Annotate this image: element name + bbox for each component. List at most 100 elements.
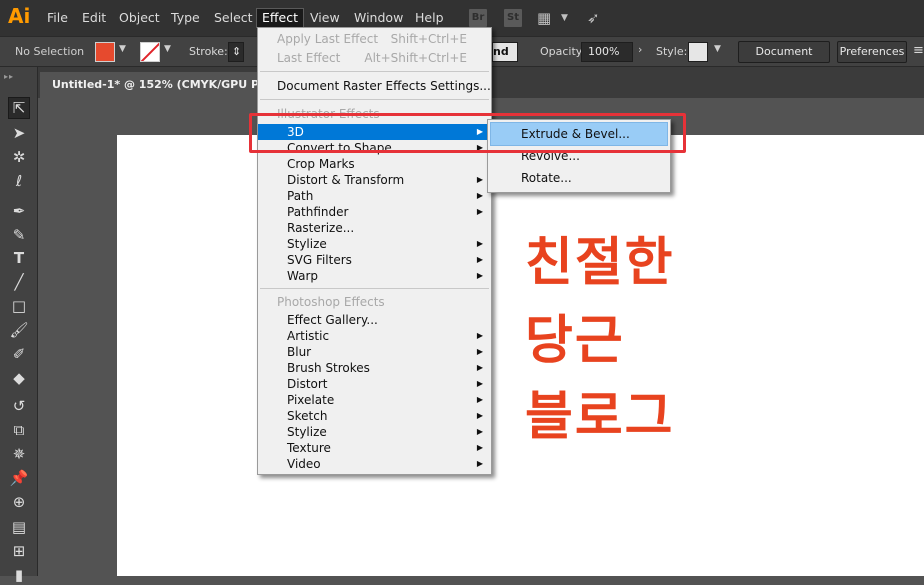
menu-view[interactable]: View (305, 9, 345, 27)
submenu-item-rotate[interactable]: Rotate... (491, 167, 667, 189)
selection-tool-icon[interactable]: ⇱ (8, 97, 30, 119)
artboard-text-line-2[interactable]: 당근 (525, 298, 625, 373)
menu-item-path[interactable]: Path ▶ (258, 188, 491, 204)
control-menu-icon[interactable]: ≡ (913, 43, 924, 58)
menu-item-distort-transform-label: Distort & Transform (287, 173, 405, 187)
magic-wand-tool-icon[interactable]: ✲ (9, 147, 29, 167)
gpu-rocket-icon[interactable]: ➶ (587, 9, 600, 27)
mesh-tool-icon[interactable]: ⊞ (9, 541, 29, 561)
submenu-arrow-icon: ▶ (476, 175, 483, 184)
eraser-tool-icon[interactable]: ◆ (9, 368, 29, 388)
gradient-tool-icon[interactable]: ▮ (9, 565, 29, 585)
paintbrush-tool-icon[interactable]: 🖌 (9, 320, 29, 340)
arrange-documents-icon[interactable]: ▦ (537, 9, 551, 27)
opacity-arrow-icon[interactable]: › (638, 43, 642, 56)
panel-grip-icon[interactable]: ▸▸ (4, 72, 14, 81)
rectangle-tool-icon[interactable]: □ (9, 296, 29, 316)
menu-item-pixelate-label: Pixelate (287, 393, 335, 407)
submenu-arrow-icon: ▶ (476, 363, 483, 372)
submenu-arrow-icon: ▶ (476, 395, 483, 404)
submenu-arrow-icon: ▶ (476, 271, 483, 280)
perspective-grid-tool-icon[interactable]: ▤ (9, 517, 29, 537)
opacity-input[interactable]: 100% (581, 42, 633, 62)
stock-button[interactable]: St (504, 9, 522, 27)
submenu-item-extrude-bevel[interactable]: Extrude & Bevel... (490, 122, 668, 146)
submenu-item-revolve[interactable]: Revolve... (491, 145, 667, 167)
menu-item-convert-to-shape[interactable]: Convert to Shape ▶ (258, 140, 491, 156)
scale-tool-icon[interactable]: ⧉ (9, 420, 29, 440)
pin-tool-icon[interactable]: 📌 (9, 468, 29, 488)
menu-help[interactable]: Help (410, 9, 449, 27)
document-tab[interactable]: Untitled-1* @ 152% (CMYK/GPU Previe (40, 72, 290, 98)
menu-item-stylize-photoshop[interactable]: Stylize ▶ (258, 424, 491, 440)
brush-definition-field[interactable]: nd (492, 42, 518, 62)
menu-item-effect-gallery[interactable]: Effect Gallery... (258, 312, 491, 328)
menu-select[interactable]: Select (209, 9, 258, 27)
line-segment-tool-icon[interactable]: ╱ (9, 272, 29, 292)
menu-file[interactable]: File (42, 9, 73, 27)
stroke-weight-stepper[interactable]: ⇕ (228, 42, 244, 62)
artboard-text-line-3[interactable]: 블로그 (525, 374, 675, 449)
submenu-arrow-icon: ▶ (476, 239, 483, 248)
menu-item-texture[interactable]: Texture ▶ (258, 440, 491, 456)
menu-item-blur[interactable]: Blur ▶ (258, 344, 491, 360)
submenu-arrow-icon: ▶ (476, 347, 483, 356)
apply-last-effect-shortcut: Shift+Ctrl+E (390, 32, 467, 46)
chevron-down-icon[interactable]: ▼ (561, 9, 568, 27)
fill-color-swatch[interactable] (95, 42, 115, 62)
menu-item-rasterize[interactable]: Rasterize... (258, 220, 491, 236)
menu-item-3d[interactable]: 3D ▶ (258, 124, 491, 140)
puppet-warp-tool-icon[interactable]: ✵ (9, 444, 29, 464)
menu-type[interactable]: Type (166, 9, 205, 27)
menu-item-artistic[interactable]: Artistic ▶ (258, 328, 491, 344)
submenu-arrow-icon: ▶ (476, 331, 483, 340)
submenu-3d: Extrude & Bevel... Revolve... Rotate... (487, 119, 671, 193)
rotate-tool-icon[interactable]: ↺ (9, 396, 29, 416)
direct-selection-tool-icon[interactable]: ➤ (9, 123, 29, 143)
preferences-button[interactable]: Preferences (837, 41, 907, 63)
menu-item-stylize-illustrator[interactable]: Stylize ▶ (258, 236, 491, 252)
stroke-label: Stroke: (189, 45, 228, 58)
menu-effect[interactable]: Effect (256, 8, 304, 28)
opacity-label: Opacity: (540, 45, 586, 58)
menu-item-svg-filters[interactable]: SVG Filters ▶ (258, 252, 491, 268)
stroke-color-swatch[interactable] (140, 42, 160, 62)
bridge-button[interactable]: Br (469, 9, 487, 27)
menu-item-texture-label: Texture (287, 441, 331, 455)
menu-item-distort-label: Distort (287, 377, 328, 391)
menu-item-warp[interactable]: Warp ▶ (258, 268, 491, 284)
menu-item-sketch-label: Sketch (287, 409, 328, 423)
menu-separator (260, 288, 489, 289)
menu-item-video-label: Video (287, 457, 321, 471)
style-dropdown-chevron-icon[interactable]: ▼ (714, 44, 721, 54)
submenu-arrow-icon: ▶ (476, 255, 483, 264)
lasso-tool-icon[interactable]: ℓ (9, 171, 29, 191)
type-tool-icon[interactable]: T (9, 248, 29, 268)
shape-builder-tool-icon[interactable]: ⊕ (9, 492, 29, 512)
pen-tool-icon[interactable]: ✒ (9, 201, 29, 221)
menu-item-distort[interactable]: Distort ▶ (258, 376, 491, 392)
curvature-tool-icon[interactable]: ✎ (9, 225, 29, 245)
menu-item-video[interactable]: Video ▶ (258, 456, 491, 472)
document-raster-effects-settings-item[interactable]: Document Raster Effects Settings... (258, 78, 491, 94)
menu-edit[interactable]: Edit (77, 9, 111, 27)
artboard[interactable] (117, 135, 924, 576)
menu-item-pathfinder[interactable]: Pathfinder ▶ (258, 204, 491, 220)
menu-item-stylize-illustrator-label: Stylize (287, 237, 327, 251)
stroke-dropdown-chevron-icon[interactable]: ▼ (164, 44, 171, 54)
menu-item-crop-marks[interactable]: Crop Marks (258, 156, 491, 172)
menu-item-sketch[interactable]: Sketch ▶ (258, 408, 491, 424)
menu-item-pixelate[interactable]: Pixelate ▶ (258, 392, 491, 408)
fill-dropdown-chevron-icon[interactable]: ▼ (119, 44, 126, 54)
menu-item-distort-transform[interactable]: Distort & Transform ▶ (258, 172, 491, 188)
menu-object[interactable]: Object (114, 9, 165, 27)
document-setup-button[interactable]: Document Setup (738, 41, 830, 78)
menu-item-pathfinder-label: Pathfinder (287, 205, 349, 219)
artboard-text-line-1[interactable]: 친절한 (525, 220, 675, 295)
menu-item-3d-label: 3D (287, 125, 304, 139)
shaper-tool-icon[interactable]: ✐ (9, 344, 29, 364)
menu-window[interactable]: Window (349, 9, 408, 27)
menu-item-brush-strokes[interactable]: Brush Strokes ▶ (258, 360, 491, 376)
graphic-style-swatch[interactable] (688, 42, 708, 62)
menu-item-blur-label: Blur (287, 345, 312, 359)
